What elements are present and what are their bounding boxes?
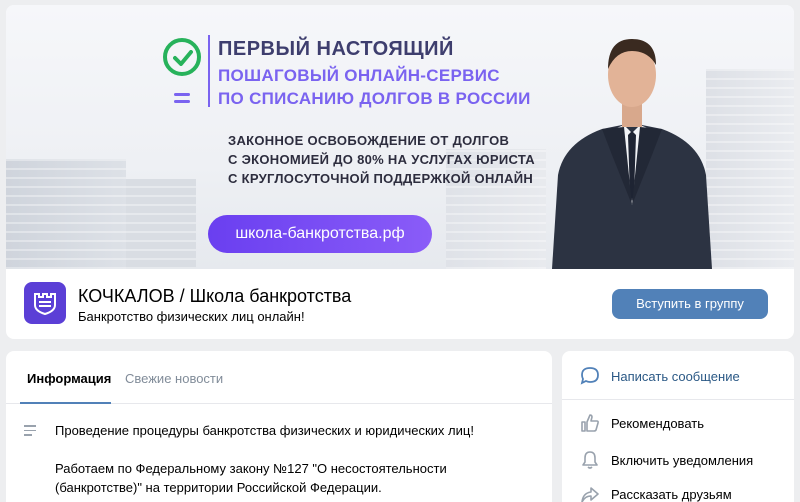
group-header: ПЕРВЫЙ НАСТОЯЩИЙ ПОШАГОВЫЙ ОНЛАЙН-СЕРВИС… [6, 5, 794, 339]
background-building [706, 69, 794, 269]
cover-subtext: С КРУГЛОСУТОЧНОЙ ПОДДЕРЖКОЙ ОНЛАЙН [228, 171, 534, 186]
cover-subtext: ЗАКОННОЕ ОСВОБОЖДЕНИЕ ОТ ДОЛГОВ [228, 133, 510, 148]
group-status: Банкротство физических лиц онлайн! [78, 309, 305, 324]
active-tab-indicator [20, 402, 111, 404]
cover-subtext: С ЭКОНОМИЕЙ ДО 80% НА УСЛУГАХ ЮРИСТА [228, 152, 535, 167]
website-button[interactable]: школа-банкротства.рф [208, 215, 432, 253]
tab-fresh-news[interactable]: Свежие новости [125, 371, 223, 386]
person-photo [552, 39, 712, 269]
equals-icon [174, 93, 190, 107]
divider [208, 35, 210, 107]
action-label: Включить уведомления [611, 453, 754, 468]
join-group-button[interactable]: Вступить в группу [612, 289, 768, 319]
background-building [446, 149, 546, 269]
description-icon [24, 425, 36, 439]
tab-bar: Информация Свежие новости [6, 351, 552, 404]
message-icon [580, 367, 599, 385]
group-description: Работаем по Федеральному закону №127 "О … [55, 461, 447, 476]
actions-card: Написать сообщение Рекомендовать Включит… [562, 351, 794, 502]
group-name: КОЧКАЛОВ / Школа банкротства [78, 286, 352, 306]
action-label: Рассказать друзьям [611, 487, 732, 502]
castle-icon [34, 293, 56, 316]
group-description: (банкротстве)" на территории Российской … [55, 480, 382, 495]
tab-information[interactable]: Информация [27, 371, 111, 386]
background-building [6, 159, 126, 269]
action-label: Рекомендовать [611, 416, 704, 431]
cover-headline: ПОШАГОВЫЙ ОНЛАЙН-СЕРВИС [218, 66, 500, 85]
thumbs-up-icon [581, 414, 599, 432]
check-circle-icon [163, 38, 201, 76]
background-building [126, 179, 196, 269]
cover-headline: ПЕРВЫЙ НАСТОЯЩИЙ [218, 38, 454, 60]
bell-icon [582, 451, 598, 469]
avatar[interactable] [24, 282, 66, 324]
divider [562, 399, 794, 400]
cover-headline: ПО СПИСАНИЮ ДОЛГОВ В РОССИИ [218, 89, 531, 108]
group-description: Проведение процедуры банкротства физичес… [55, 423, 474, 438]
action-label: Написать сообщение [611, 369, 740, 384]
share-icon [581, 487, 599, 502]
cover-image[interactable]: ПЕРВЫЙ НАСТОЯЩИЙ ПОШАГОВЫЙ ОНЛАЙН-СЕРВИС… [6, 5, 794, 269]
